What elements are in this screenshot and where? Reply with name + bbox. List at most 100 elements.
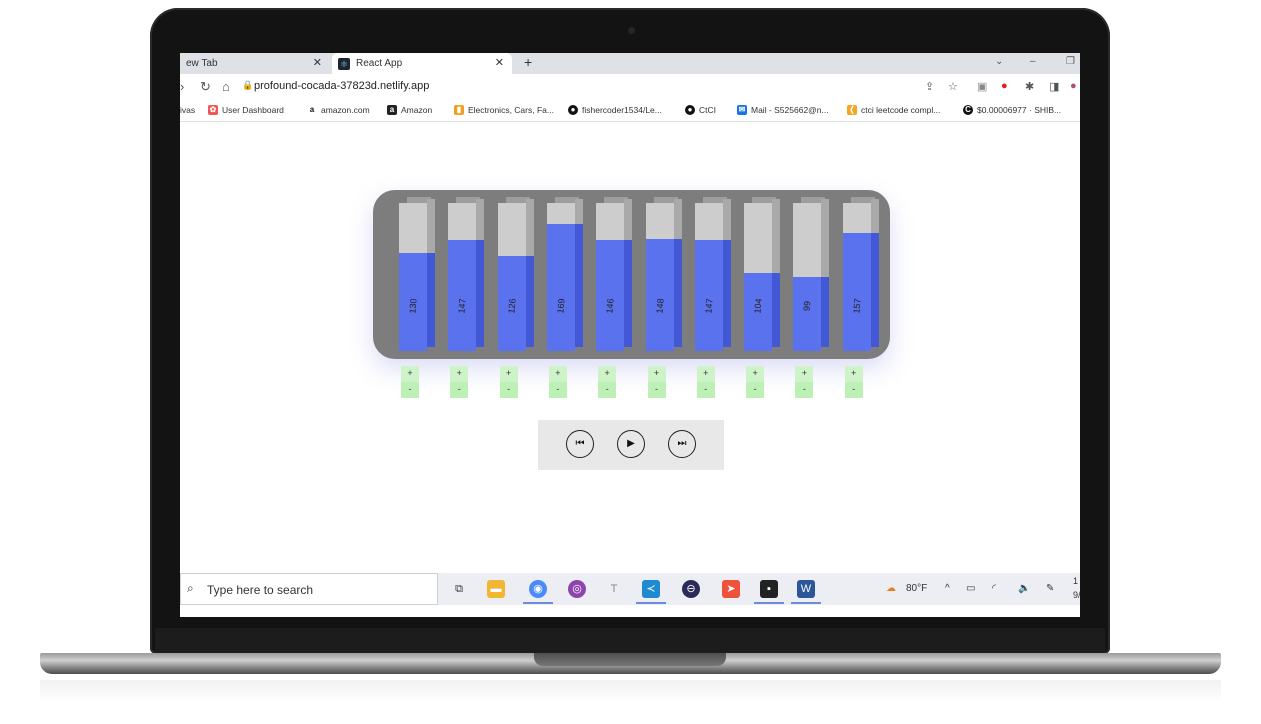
skip-next-icon[interactable]: ⏭ xyxy=(668,430,696,458)
decrement-button[interactable]: - xyxy=(548,382,567,398)
puzzle-icon[interactable]: ✱ xyxy=(1025,80,1034,93)
windows-taskbar: ⌕ Type here to search ⧉ ▬ ◉ ◎ T ≺ ⊖ ➤ ▪ … xyxy=(180,573,1080,605)
bookmark-label: CtCI xyxy=(699,105,716,115)
forward-icon[interactable]: › xyxy=(180,79,184,94)
share-icon[interactable]: ⇪ xyxy=(925,80,934,93)
bar-adjust-controls: + - xyxy=(499,366,518,398)
bar-adjust-controls: + - xyxy=(647,366,666,398)
bookmark-label: Amazon xyxy=(401,105,433,115)
bar-adjust-controls: + - xyxy=(401,366,419,398)
increment-button[interactable]: + xyxy=(549,366,567,382)
bar-adjust-controls: + - xyxy=(450,366,469,398)
bar-fill-side xyxy=(574,224,583,347)
leetcode-icon: ❬ xyxy=(847,105,857,115)
tab-title: React App xyxy=(356,58,403,69)
reload-icon[interactable]: ↻ xyxy=(200,79,211,95)
bookmark-item[interactable]: ✿ User Dashboard xyxy=(208,105,284,115)
restore-icon[interactable]: ❐ xyxy=(1066,56,1075,67)
bookmark-item[interactable]: a amazon.com xyxy=(307,105,370,115)
increment-button[interactable]: + xyxy=(697,366,715,382)
pen-icon[interactable]: ✎ xyxy=(1046,583,1054,594)
star-icon[interactable]: ☆ xyxy=(948,80,958,93)
array-bar: 147 xyxy=(694,197,731,351)
bookmark-label: amazon.com xyxy=(321,105,370,115)
extension-icon[interactable]: ▣ xyxy=(977,80,987,93)
clock-time[interactable]: 1 xyxy=(1073,576,1078,586)
array-bar: 147 xyxy=(448,197,485,351)
home-icon[interactable]: ⌂ xyxy=(222,79,230,94)
battery-icon[interactable]: ▭ xyxy=(966,583,975,594)
decrement-button[interactable]: - xyxy=(499,382,518,398)
file-explorer-icon[interactable]: ▬ xyxy=(487,580,505,598)
increment-button[interactable]: + xyxy=(500,366,518,382)
decrement-button[interactable]: - xyxy=(450,382,469,398)
bookmark-item[interactable]: ✉ Mail - S525662@n... xyxy=(737,105,829,115)
bookmark-item[interactable]: ivas xyxy=(180,105,195,115)
adblock-icon[interactable]: ● xyxy=(1001,80,1008,92)
bookmark-item[interactable]: ❬ ctci leetcode compl... xyxy=(847,105,940,115)
volume-icon[interactable]: 🔈 xyxy=(1018,583,1030,594)
bookmark-item[interactable]: ● fishercoder1534/Le... xyxy=(568,105,662,115)
sticky-notes-icon[interactable]: ▪ xyxy=(760,580,778,598)
array-bar: 148 xyxy=(645,197,682,351)
skip-previous-icon[interactable]: ⏮ xyxy=(566,430,594,458)
new-tab-icon[interactable]: + xyxy=(524,54,532,70)
close-icon[interactable]: ✕ xyxy=(495,56,504,69)
increment-button[interactable]: + xyxy=(648,366,666,382)
close-icon[interactable]: ✕ xyxy=(313,56,322,69)
bookmark-label: fishercoder1534/Le... xyxy=(582,105,662,115)
bar-fill-side xyxy=(821,277,830,347)
amazon-icon: a xyxy=(307,105,317,115)
bookmark-item[interactable]: C $0.00006977 · SHIB... xyxy=(963,105,1061,115)
increment-button[interactable]: + xyxy=(746,366,764,382)
array-bar: 126 xyxy=(497,197,534,351)
chrome-icon[interactable]: ◉ xyxy=(529,580,547,598)
bar-adjust-controls: + - xyxy=(844,366,863,398)
lock-icon: 🔒 xyxy=(242,80,254,90)
vscode-icon[interactable]: ≺ xyxy=(642,580,660,598)
task-view-icon[interactable]: ⧉ xyxy=(450,580,468,598)
increment-button[interactable]: + xyxy=(845,366,863,382)
github-icon: ● xyxy=(685,105,695,115)
increment-button[interactable]: + xyxy=(450,366,468,382)
address-bar[interactable]: profound-cocada-37823d.netlify.app xyxy=(254,80,429,92)
increment-button[interactable]: + xyxy=(401,366,419,382)
bookmarks-bar: ivas ✿ User Dashboard a amazon.com a Amazon… xyxy=(180,100,1080,122)
tab-new-tab[interactable]: ew Tab ✕ xyxy=(180,53,330,74)
decrement-button[interactable]: - xyxy=(844,382,863,398)
minimize-icon[interactable]: – xyxy=(1030,56,1036,67)
eclipse-icon[interactable]: ⊖ xyxy=(682,580,700,598)
webcam xyxy=(628,27,635,34)
taskbar-search[interactable]: ⌕ Type here to search xyxy=(180,573,438,605)
bookmark-item[interactable]: ▮ Electronics, Cars, Fa... xyxy=(454,105,554,115)
chevron-up-icon[interactable]: ^ xyxy=(945,583,950,594)
decrement-button[interactable]: - xyxy=(746,382,765,398)
github-desktop-icon[interactable]: ◎ xyxy=(568,580,586,598)
bar-adjust-controls: + - xyxy=(746,366,765,398)
clock-date[interactable]: 9/ xyxy=(1073,590,1080,600)
increment-button[interactable]: + xyxy=(795,366,813,382)
weather-temp[interactable]: 80°F xyxy=(906,583,927,594)
bar-adjust-controls: + - xyxy=(598,366,617,398)
play-icon[interactable]: ▶ xyxy=(617,430,645,458)
swift-icon[interactable]: ➤ xyxy=(722,580,740,598)
bookmark-item[interactable]: a Amazon xyxy=(387,105,432,115)
chevron-down-icon[interactable]: ⌄ xyxy=(995,56,1003,67)
avatar[interactable]: ● xyxy=(1070,80,1077,92)
decrement-button[interactable]: - xyxy=(696,382,715,398)
wifi-icon[interactable]: ◜ xyxy=(992,583,996,594)
sidepanel-icon[interactable]: ◨ xyxy=(1049,80,1059,93)
decrement-button[interactable]: - xyxy=(401,382,419,398)
active-indicator xyxy=(754,602,784,604)
react-logo-icon: ⚛ xyxy=(338,57,350,70)
typora-icon[interactable]: T xyxy=(605,580,623,598)
decrement-button[interactable]: - xyxy=(598,382,617,398)
bookmark-item[interactable]: ● CtCI xyxy=(685,105,716,115)
decrement-button[interactable]: - xyxy=(647,382,666,398)
bar-value: 126 xyxy=(505,298,518,314)
increment-button[interactable]: + xyxy=(598,366,616,382)
coin-icon: C xyxy=(963,105,973,115)
word-icon[interactable]: W xyxy=(797,580,815,598)
tab-react-app[interactable]: ⚛ React App ✕ xyxy=(332,53,512,74)
decrement-button[interactable]: - xyxy=(795,382,814,398)
